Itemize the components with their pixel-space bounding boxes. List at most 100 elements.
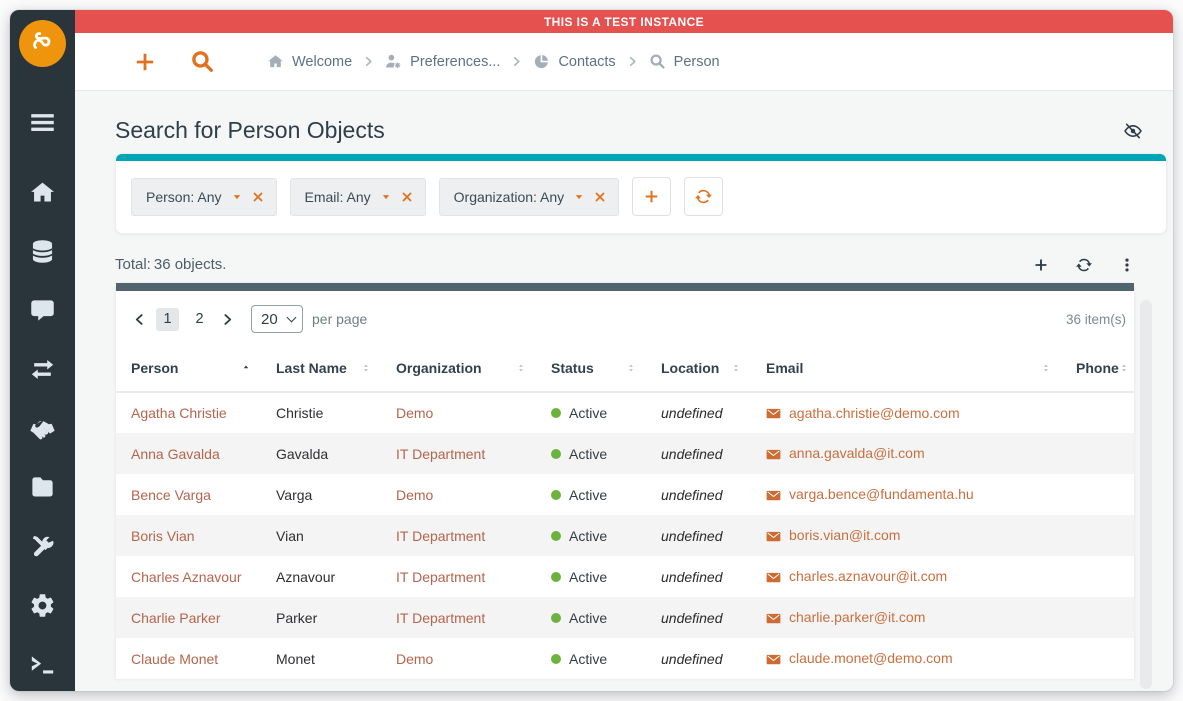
status-text: Active [569, 651, 607, 667]
organization-link[interactable]: IT Department [396, 446, 485, 462]
add-criterion-button[interactable] [632, 177, 671, 216]
sidebar-item-admin-settings[interactable] [10, 576, 75, 635]
global-search-button[interactable] [190, 49, 215, 74]
table-row[interactable]: Claude MonetMonetDemoActiveundefinedclau… [116, 638, 1134, 679]
sort-icon [731, 361, 741, 375]
organization-link[interactable]: Demo [396, 651, 433, 667]
email-link[interactable]: anna.gavalda@it.com [789, 445, 925, 461]
filter-pill[interactable]: Person: Any [131, 178, 277, 216]
sidebar-item-configuration[interactable] [10, 517, 75, 576]
email-link[interactable]: claude.monet@demo.com [789, 650, 953, 666]
terminal-icon [29, 651, 56, 678]
refresh-icon[interactable] [1076, 257, 1092, 273]
eye-slash-icon[interactable] [1123, 121, 1143, 141]
last-name-cell: Gavalda [276, 446, 328, 462]
organization-link[interactable]: Demo [396, 487, 433, 503]
search-criteria-panel: Person: Any Email: Any Organization: Any [115, 153, 1167, 234]
quick-create-button[interactable] [133, 50, 157, 74]
column-header-person[interactable]: Person [116, 346, 261, 392]
last-name-cell: Aznavour [276, 569, 335, 585]
email-link[interactable]: boris.vian@it.com [789, 527, 900, 543]
sidebar [10, 10, 75, 691]
panel-top-bar [116, 283, 1134, 291]
organization-link[interactable]: IT Department [396, 528, 485, 544]
sidebar-item-requests[interactable] [10, 281, 75, 340]
person-link[interactable]: Bence Varga [131, 487, 211, 503]
table-row[interactable]: Boris VianVianIT DepartmentActiveundefin… [116, 515, 1134, 556]
database-icon [29, 238, 56, 265]
page-number-1[interactable]: 1 [156, 308, 179, 331]
status-dot [551, 531, 561, 541]
add-object-icon[interactable] [1033, 257, 1049, 273]
next-page-button[interactable] [221, 313, 234, 326]
breadcrumb-item-contacts[interactable]: Contacts [533, 53, 615, 70]
filter-label: Organization: Any [454, 189, 565, 205]
itop-logo[interactable] [19, 20, 66, 67]
home-icon [29, 179, 56, 206]
status-text: Active [569, 610, 607, 626]
breadcrumb-item-welcome[interactable]: Welcome [267, 53, 352, 70]
email-link[interactable]: agatha.christie@demo.com [789, 405, 960, 421]
page-number-2[interactable]: 2 [188, 308, 211, 331]
table-row[interactable]: Agatha ChristieChristieDemoActiveundefin… [116, 392, 1134, 433]
person-link[interactable]: Agatha Christie [131, 405, 227, 421]
breadcrumb-item-person[interactable]: Person [649, 53, 720, 70]
breadcrumb-item-preferences[interactable]: Preferences... [385, 53, 500, 70]
column-label: Phone [1076, 360, 1119, 376]
sort-asc-icon [241, 361, 251, 375]
email-link[interactable]: charlie.parker@it.com [789, 609, 925, 625]
page-header: Search for Person Objects [115, 117, 1143, 144]
filter-pill[interactable]: Organization: Any [439, 178, 620, 216]
table-row[interactable]: Charles AznavourAznavourIT DepartmentAct… [116, 556, 1134, 597]
sidebar-item-menu-toggle[interactable] [10, 93, 75, 152]
sidebar-item-documents[interactable] [10, 458, 75, 517]
results-table: PersonLast NameOrganization Status Locatio… [116, 346, 1134, 679]
person-link[interactable]: Claude Monet [131, 651, 218, 667]
scrollbar[interactable] [1140, 300, 1152, 689]
envelope-icon [766, 570, 781, 585]
filter-pill[interactable]: Email: Any [290, 178, 426, 216]
email-link[interactable]: varga.bence@fundamenta.hu [789, 486, 974, 502]
column-header-status[interactable]: Status [536, 346, 646, 392]
sort-icon [516, 361, 526, 375]
person-link[interactable]: Charles Aznavour [131, 569, 242, 585]
results-panel: 12 20 per page 36 item(s) Perso [115, 282, 1135, 679]
status-dot [551, 613, 561, 623]
filter-label: Email: Any [305, 189, 371, 205]
sidebar-item-data-model[interactable] [10, 222, 75, 281]
chevron-right-icon [627, 56, 638, 67]
sidebar-item-console[interactable] [10, 635, 75, 691]
status-dot [551, 490, 561, 500]
person-link[interactable]: Charlie Parker [131, 610, 220, 626]
column-label: Status [551, 360, 594, 376]
organization-link[interactable]: IT Department [396, 569, 485, 585]
sidebar-item-helpdesk[interactable] [10, 399, 75, 458]
column-header-email[interactable]: Email [751, 346, 1061, 392]
main-area: THIS IS A TEST INSTANCE Welcome Preferenc… [75, 10, 1173, 691]
kebab-menu-icon[interactable] [1119, 257, 1135, 273]
sidebar-item-home[interactable] [10, 163, 75, 222]
organization-link[interactable]: Demo [396, 405, 433, 421]
breadcrumb-label: Contacts [558, 54, 615, 70]
refresh-search-button[interactable] [684, 177, 723, 216]
prev-page-button[interactable] [133, 313, 146, 326]
test-instance-banner: THIS IS A TEST INSTANCE [75, 10, 1173, 33]
person-link[interactable]: Anna Gavalda [131, 446, 220, 462]
column-header-organization[interactable]: Organization [381, 346, 536, 392]
email-link[interactable]: charles.aznavour@it.com [789, 568, 947, 584]
person-link[interactable]: Boris Vian [131, 528, 195, 544]
last-name-cell: Christie [276, 405, 323, 421]
filter-bar: Person: Any Email: Any Organization: Any [116, 161, 1166, 233]
per-page-select[interactable]: 20 [251, 305, 303, 333]
table-row[interactable]: Anna GavaldaGavaldaIT DepartmentActiveun… [116, 433, 1134, 474]
column-header-phone[interactable]: Phone [1061, 346, 1134, 392]
table-row[interactable]: Bence VargaVargaDemoActiveundefinedvarga… [116, 474, 1134, 515]
table-row[interactable]: Charlie ParkerParkerIT DepartmentActiveu… [116, 597, 1134, 638]
sidebar-item-changes[interactable] [10, 340, 75, 399]
organization-link[interactable]: IT Department [396, 610, 485, 626]
column-header-location[interactable]: Location [646, 346, 751, 392]
home-icon [267, 53, 284, 70]
location-cell: undefined [661, 446, 723, 462]
panel-accent-bar [116, 154, 1166, 161]
column-header-last-name[interactable]: Last Name [261, 346, 381, 392]
